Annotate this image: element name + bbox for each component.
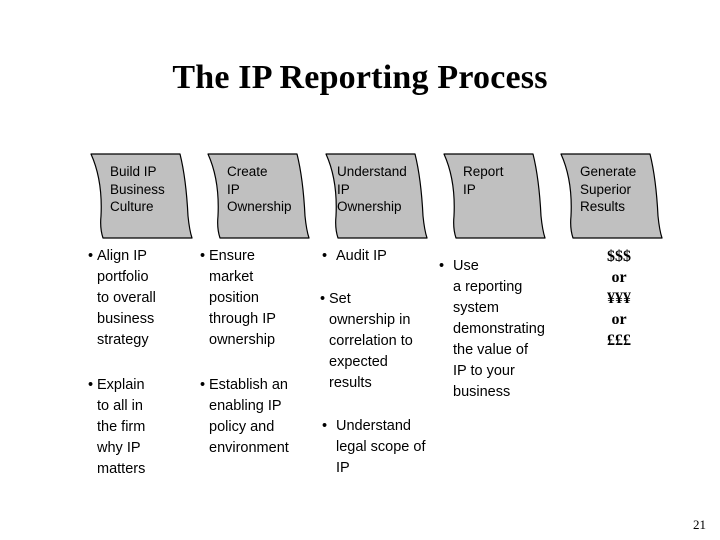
bullet-marker: • <box>88 248 94 264</box>
list-item-text: Understand legal scope of IP <box>336 418 426 476</box>
process-chevron-band: Build IP Business Culture Create IP Owne… <box>0 152 720 240</box>
process-step-understand-ip-ownership[interactable]: Understand IP Ownership <box>323 152 433 240</box>
column-understand-ip-ownership: • Audit IP • Set ownership in correlatio… <box>320 246 448 479</box>
bullet-marker: • <box>200 248 206 264</box>
list-item: • Audit IP <box>320 246 448 267</box>
bullet-marker: • <box>88 377 94 393</box>
process-step-report-ip[interactable]: Report IP <box>441 152 551 240</box>
bullet-marker: • <box>200 377 206 393</box>
page-number: 21 <box>693 517 706 532</box>
bullet-marker: • <box>322 248 328 264</box>
list-item-text: Set ownership in correlation to expected… <box>329 291 413 391</box>
bullet-marker: • <box>322 418 328 434</box>
outcome-line: $$$ <box>607 248 631 265</box>
process-step-label: Build IP Business Culture <box>110 164 165 214</box>
column-report-ip: • Use a reporting system demonstrating t… <box>437 246 577 403</box>
list-item: • Establish an enabling IP policy and en… <box>200 375 312 459</box>
list-item: • Use a reporting system demonstrating t… <box>437 256 577 403</box>
column-create-ip-ownership: • Ensure market position through IP owne… <box>200 246 312 459</box>
list-item-text: Align IP portfolio to overall business s… <box>97 248 156 348</box>
list-item-text: Establish an enabling IP policy and envi… <box>209 377 289 456</box>
outcome-line: ¥¥¥ <box>607 290 631 307</box>
outcome-line: or <box>611 269 627 286</box>
list-item: • Understand legal scope of IP <box>320 416 448 479</box>
page-title: The IP Reporting Process <box>172 59 548 96</box>
list-item-text: Use a reporting system demonstrating the… <box>453 258 545 400</box>
process-step-build-ip-business-culture[interactable]: Build IP Business Culture <box>88 152 198 240</box>
process-step-label: Generate Superior Results <box>580 164 637 214</box>
list-item-text: Explain to all in the firm why IP matter… <box>97 377 146 477</box>
process-step-generate-superior-results[interactable]: Generate Superior Results <box>558 152 668 240</box>
process-step-create-ip-ownership[interactable]: Create IP Ownership <box>205 152 315 240</box>
outcome-line: or <box>611 311 627 328</box>
list-item: • Align IP portfolio to overall business… <box>88 246 192 351</box>
column-generate-superior-results: $$$ or ¥¥¥ or £££ <box>583 246 655 351</box>
bullet-marker: • <box>439 258 445 274</box>
bullet-marker: • <box>320 291 326 307</box>
column-build-ip-business-culture: • Align IP portfolio to overall business… <box>88 246 192 480</box>
process-step-label: Create IP Ownership <box>227 164 292 214</box>
outcome-line: £££ <box>607 332 631 349</box>
list-item: • Explain to all in the firm why IP matt… <box>88 375 192 480</box>
list-item: • Set ownership in correlation to expect… <box>320 289 448 394</box>
list-item: • Ensure market position through IP owne… <box>200 246 312 351</box>
content-columns: • Align IP portfolio to overall business… <box>0 246 720 496</box>
process-step-label: Understand IP Ownership <box>337 164 407 214</box>
list-item-text: Audit IP <box>336 248 387 264</box>
process-step-label: Report IP <box>463 164 504 197</box>
list-item-text: Ensure market position through IP owners… <box>209 248 276 348</box>
